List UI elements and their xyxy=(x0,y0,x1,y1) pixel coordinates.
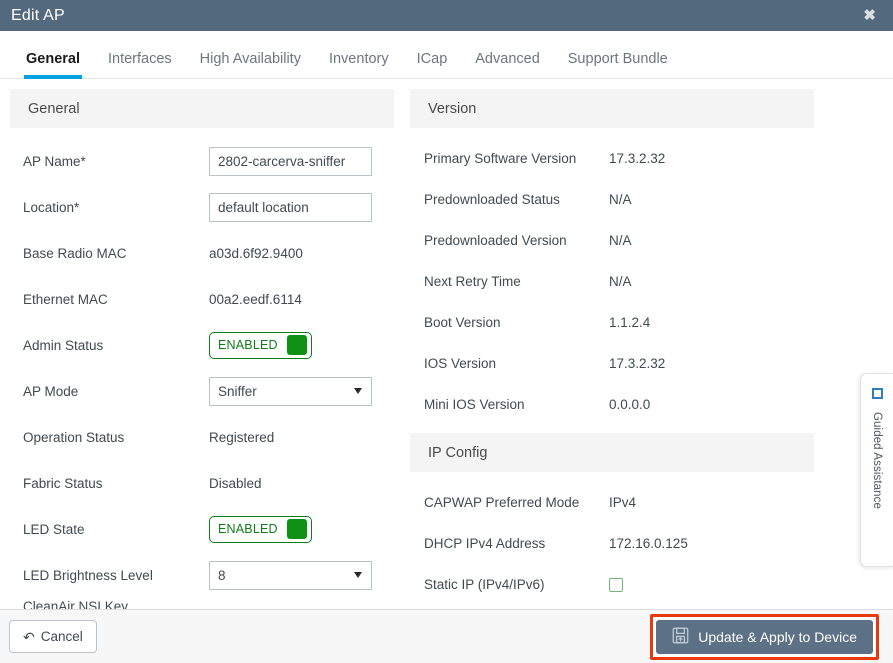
admin-status-toggle[interactable]: ENABLED xyxy=(209,331,312,359)
ethernet-mac-label: Ethernet MAC xyxy=(23,291,108,307)
square-outline-icon xyxy=(871,388,883,399)
dialog-title: Edit AP xyxy=(11,6,65,24)
fabric-status-value: Disabled xyxy=(209,475,262,491)
led-brightness-selected-value: 8 xyxy=(218,567,226,583)
ap-name-input[interactable] xyxy=(209,146,372,176)
led-state-toggle-label: ENABLED xyxy=(218,522,278,536)
static-ip-checkbox[interactable] xyxy=(609,577,623,592)
cancel-button[interactable]: ↷ Cancel xyxy=(9,620,97,653)
chevron-down-icon xyxy=(354,388,362,394)
undo-arrow-icon: ↷ xyxy=(23,628,35,645)
field-dhcp-ipv4-address: DHCP IPv4 Address 172.16.0.125 xyxy=(410,523,814,564)
field-capwap-preferred-mode: CAPWAP Preferred Mode IPv4 xyxy=(410,482,814,523)
predownloaded-version-value: N/A xyxy=(609,233,632,248)
clipped-row-label: CleanAir NSI Key xyxy=(23,599,129,609)
operation-status-value: Registered xyxy=(209,429,275,445)
base-radio-mac-value: a03d.6f92.9400 xyxy=(209,245,303,261)
tab-advanced[interactable]: Advanced xyxy=(461,51,554,78)
predownloaded-status-label: Predownloaded Status xyxy=(424,192,560,207)
general-panel: General AP Name* Location* Base Radio MA… xyxy=(0,89,404,609)
field-ap-name: AP Name* xyxy=(10,138,394,184)
guided-assistance-tab[interactable]: Guided Assistance xyxy=(860,373,893,567)
close-icon[interactable]: ✖ xyxy=(860,6,879,25)
tab-bar: General Interfaces High Availability Inv… xyxy=(0,31,893,79)
toggle-knob-icon xyxy=(287,335,307,355)
fabric-status-label: Fabric Status xyxy=(23,475,103,491)
update-and-apply-button[interactable]: Update & Apply to Device xyxy=(656,619,873,654)
dhcp-ipv4-address-label: DHCP IPv4 Address xyxy=(424,536,546,551)
field-primary-software-version: Primary Software Version 17.3.2.32 xyxy=(410,138,814,179)
field-admin-status: Admin Status ENABLED xyxy=(10,322,394,368)
field-fabric-status: Fabric Status Disabled xyxy=(10,460,394,506)
capwap-preferred-mode-value: IPv4 xyxy=(609,495,637,510)
ios-version-value: 17.3.2.32 xyxy=(609,356,666,371)
led-state-label: LED State xyxy=(23,521,85,537)
boot-version-value: 1.1.2.4 xyxy=(609,315,651,330)
field-operation-status: Operation Status Registered xyxy=(10,414,394,460)
field-predownloaded-status: Predownloaded Status N/A xyxy=(410,179,814,220)
field-next-retry-time: Next Retry Time N/A xyxy=(410,261,814,302)
boot-version-label: Boot Version xyxy=(424,315,501,330)
field-base-radio-mac: Base Radio MAC a03d.6f92.9400 xyxy=(10,230,394,276)
ap-mode-select[interactable]: Sniffer xyxy=(209,376,372,406)
mini-ios-version-label: Mini IOS Version xyxy=(424,397,525,412)
update-button-highlight: Update & Apply to Device xyxy=(650,613,879,660)
dhcp-ipv4-address-value: 172.16.0.125 xyxy=(609,536,688,551)
field-led-brightness-level: LED Brightness Level 8 xyxy=(10,552,394,598)
cancel-button-label: Cancel xyxy=(40,629,83,644)
save-floppy-icon xyxy=(672,627,689,647)
general-panel-header: General xyxy=(10,89,394,128)
field-ap-mode: AP Mode Sniffer xyxy=(10,368,394,414)
next-retry-time-value: N/A xyxy=(609,274,632,289)
admin-status-label: Admin Status xyxy=(23,337,104,353)
primary-software-version-value: 17.3.2.32 xyxy=(609,151,666,166)
location-label: Location* xyxy=(23,199,80,215)
led-state-toggle[interactable]: ENABLED xyxy=(209,515,312,543)
tab-high-availability[interactable]: High Availability xyxy=(186,51,315,78)
next-retry-time-label: Next Retry Time xyxy=(424,274,521,289)
base-radio-mac-label: Base Radio MAC xyxy=(23,245,127,261)
field-predownloaded-version: Predownloaded Version N/A xyxy=(410,220,814,261)
field-clipped-partial-row: CleanAir NSI Key xyxy=(10,598,394,609)
tab-interfaces[interactable]: Interfaces xyxy=(94,51,186,78)
operation-status-label: Operation Status xyxy=(23,429,125,445)
version-panel: Version Primary Software Version 17.3.2.… xyxy=(404,89,824,609)
primary-software-version-label: Primary Software Version xyxy=(424,151,577,166)
field-location: Location* xyxy=(10,184,394,230)
version-panel-header: Version xyxy=(410,89,814,128)
field-boot-version: Boot Version 1.1.2.4 xyxy=(410,302,814,343)
predownloaded-status-value: N/A xyxy=(609,192,632,207)
field-ethernet-mac: Ethernet MAC 00a2.eedf.6114 xyxy=(10,276,394,322)
predownloaded-version-label: Predownloaded Version xyxy=(424,233,567,248)
field-led-state: LED State ENABLED xyxy=(10,506,394,552)
capwap-preferred-mode-label: CAPWAP Preferred Mode xyxy=(424,495,580,510)
ip-config-panel-header: IP Config xyxy=(410,433,814,472)
toggle-knob-icon xyxy=(287,519,307,539)
mini-ios-version-value: 0.0.0.0 xyxy=(609,397,651,412)
dialog-footer: ↷ Cancel Update & Apply to Device xyxy=(0,609,893,663)
ap-name-label: AP Name* xyxy=(23,153,86,169)
ap-mode-label: AP Mode xyxy=(23,383,79,399)
ap-mode-selected-value: Sniffer xyxy=(218,383,257,399)
tab-icap[interactable]: ICap xyxy=(403,51,462,78)
field-ios-version: IOS Version 17.3.2.32 xyxy=(410,343,814,384)
tab-general[interactable]: General xyxy=(12,51,94,79)
dialog-titlebar: Edit AP ✖ xyxy=(0,0,893,31)
field-static-ip: Static IP (IPv4/IPv6) xyxy=(410,564,814,605)
led-brightness-level-label: LED Brightness Level xyxy=(23,567,153,583)
ios-version-label: IOS Version xyxy=(424,356,497,371)
ethernet-mac-value: 00a2.eedf.6114 xyxy=(209,291,302,307)
guided-assistance-label: Guided Assistance xyxy=(871,412,883,509)
update-button-label: Update & Apply to Device xyxy=(698,628,857,645)
admin-status-toggle-label: ENABLED xyxy=(218,338,278,352)
chevron-down-icon xyxy=(354,572,362,578)
tab-support-bundle[interactable]: Support Bundle xyxy=(554,51,682,78)
led-brightness-level-select[interactable]: 8 xyxy=(209,560,372,590)
edit-ap-dialog: Edit AP ✖ General Interfaces High Availa… xyxy=(0,0,893,663)
location-input[interactable] xyxy=(209,192,372,222)
field-mini-ios-version: Mini IOS Version 0.0.0.0 xyxy=(410,384,814,425)
tab-inventory[interactable]: Inventory xyxy=(315,51,403,78)
dialog-body: General AP Name* Location* Base Radio MA… xyxy=(0,80,893,609)
static-ip-label: Static IP (IPv4/IPv6) xyxy=(424,577,545,592)
